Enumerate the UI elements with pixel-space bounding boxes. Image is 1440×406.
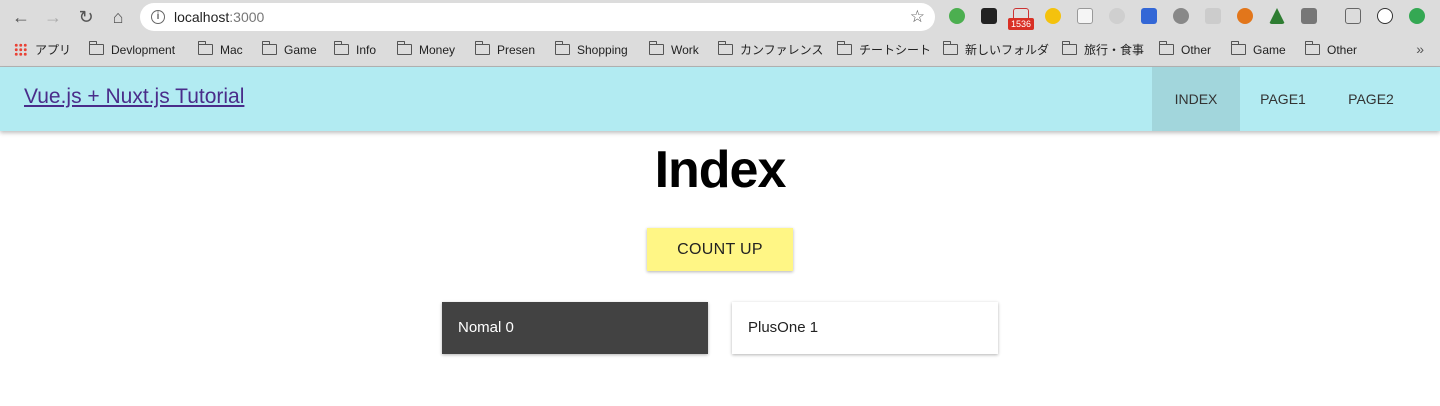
am-icon[interactable] bbox=[1377, 8, 1393, 24]
bookmark-star-icon[interactable]: ☆ bbox=[910, 6, 925, 28]
cast-icon[interactable] bbox=[1345, 8, 1361, 24]
address-bar[interactable]: i localhost:3000 ☆ bbox=[140, 3, 935, 31]
folder-icon bbox=[334, 41, 349, 55]
page-heading: Index bbox=[654, 141, 787, 199]
count-up-button[interactable]: COUNT UP bbox=[647, 228, 793, 271]
bookmark-folder[interactable]: Money bbox=[397, 41, 455, 59]
back-icon[interactable]: ← bbox=[9, 5, 33, 29]
bookmark-folder[interactable]: Other bbox=[1159, 41, 1211, 59]
update-icon[interactable] bbox=[1409, 8, 1425, 24]
home-icon[interactable]: ⌂ bbox=[106, 5, 130, 29]
bookmarks-overflow-icon[interactable]: » bbox=[1416, 41, 1424, 57]
bookmark-folder[interactable]: Game bbox=[1231, 41, 1286, 59]
folder-icon bbox=[555, 41, 570, 55]
folder-icon bbox=[1159, 41, 1174, 55]
forward-icon[interactable]: → bbox=[41, 5, 65, 29]
chat-icon[interactable] bbox=[1109, 8, 1125, 24]
bookmark-folder[interactable]: カンファレンス bbox=[718, 41, 823, 59]
bookmark-apps[interactable]: アプリ bbox=[14, 41, 71, 59]
nav-tab-page2[interactable]: PAGE2 bbox=[1326, 67, 1416, 131]
url-text: localhost:3000 bbox=[174, 9, 265, 25]
nav-tab-index[interactable]: INDEX bbox=[1152, 67, 1240, 131]
folder-icon bbox=[649, 41, 664, 55]
line-icon[interactable] bbox=[1173, 8, 1189, 24]
bookmark-folder[interactable]: Other bbox=[1305, 41, 1357, 59]
download-icon[interactable] bbox=[1077, 8, 1093, 24]
folder-icon bbox=[718, 41, 733, 55]
folder-icon bbox=[1062, 41, 1077, 55]
browser-toolbar: ← → ↻ ⌂ i localhost:3000 ☆ 1536 bbox=[0, 0, 1440, 34]
qr-grid-icon[interactable] bbox=[981, 8, 997, 24]
photo-icon[interactable] bbox=[1301, 8, 1317, 24]
star-extension-icon[interactable] bbox=[1045, 8, 1061, 24]
save-icon[interactable] bbox=[1141, 8, 1157, 24]
plusone-counter-card: PlusOne 1 bbox=[732, 302, 998, 354]
app-header: Vue.js + Nuxt.js Tutorial INDEX PAGE1 PA… bbox=[0, 67, 1440, 131]
folder-icon bbox=[397, 41, 412, 55]
gmail-badge: 1536 bbox=[1008, 18, 1034, 30]
bookmarks-bar: アプリ Devlopment Mac Game Info Money Prese… bbox=[0, 34, 1440, 67]
folder-icon bbox=[1305, 41, 1320, 55]
metamask-icon[interactable] bbox=[1237, 8, 1253, 24]
bookmark-folder[interactable]: Devlopment bbox=[89, 41, 175, 59]
reload-icon[interactable]: ↻ bbox=[74, 5, 98, 29]
folder-icon bbox=[89, 41, 104, 55]
folder-icon bbox=[837, 41, 852, 55]
normal-counter-card: Nomal 0 bbox=[442, 302, 708, 354]
bookmark-folder[interactable]: Work bbox=[649, 41, 699, 59]
apps-grid-icon bbox=[14, 43, 27, 56]
folder-icon bbox=[262, 41, 277, 55]
bookmark-folder[interactable]: チートシート bbox=[837, 41, 931, 59]
bookmark-folder[interactable]: Shopping bbox=[555, 41, 628, 59]
folder-icon bbox=[1231, 41, 1246, 55]
bookmark-folder[interactable]: Presen bbox=[475, 41, 535, 59]
evernote-icon[interactable] bbox=[949, 8, 965, 24]
arrow-extension-icon[interactable] bbox=[1205, 8, 1221, 24]
folder-icon bbox=[475, 41, 490, 55]
bookmark-folder[interactable]: Mac bbox=[198, 41, 243, 59]
nav-tab-page1[interactable]: PAGE1 bbox=[1240, 67, 1326, 131]
bookmark-folder[interactable]: Info bbox=[334, 41, 376, 59]
bookmark-folder[interactable]: 旅行・食事 bbox=[1062, 41, 1144, 59]
bookmark-folder[interactable]: Game bbox=[262, 41, 317, 59]
folder-icon bbox=[198, 41, 213, 55]
info-icon[interactable]: i bbox=[151, 10, 165, 24]
bookmark-folder[interactable]: 新しいフォルダ bbox=[943, 41, 1049, 59]
app-title-link[interactable]: Vue.js + Nuxt.js Tutorial bbox=[24, 85, 244, 109]
folder-icon bbox=[943, 41, 958, 55]
vue-devtools-icon[interactable] bbox=[1269, 8, 1285, 24]
